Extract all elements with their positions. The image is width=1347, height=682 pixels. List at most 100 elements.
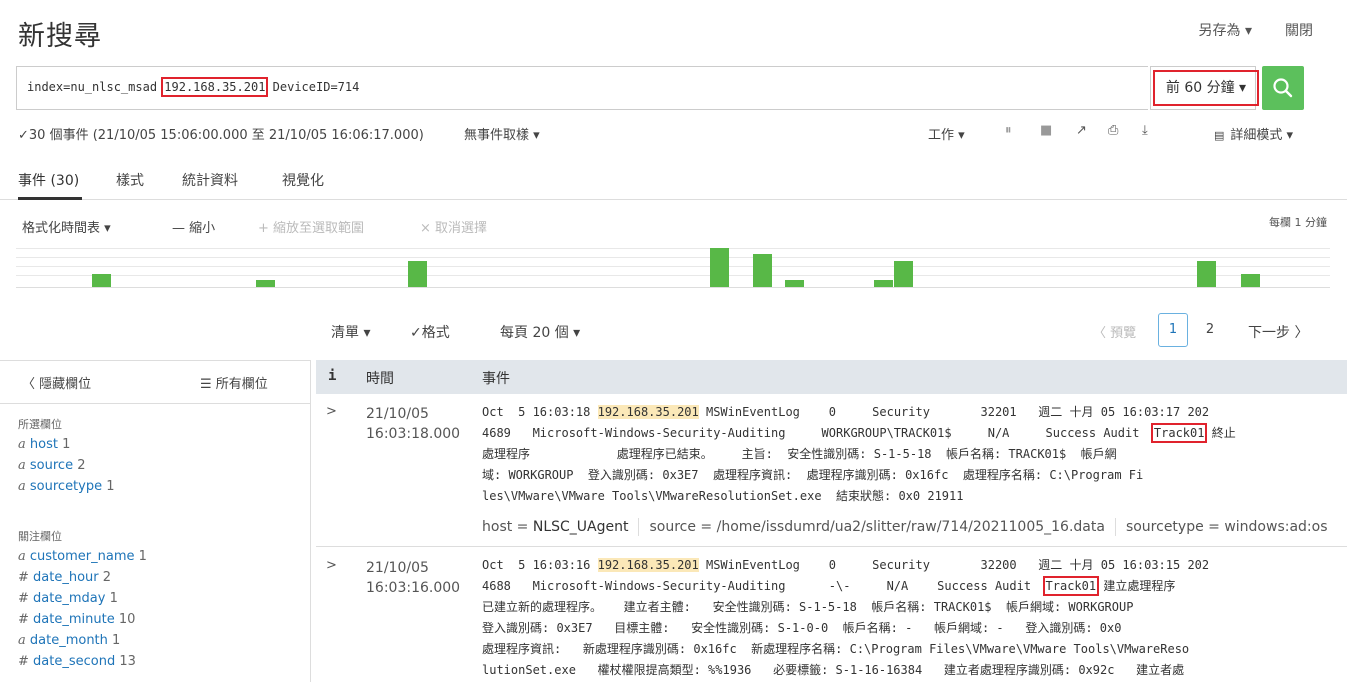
field-date-minute[interactable]: # date_minute 10: [18, 612, 135, 627]
sourcetype-value[interactable]: sourcetype = windows:ad:os: [1126, 519, 1328, 535]
field-count: 2: [102, 570, 112, 585]
zoom-to-selection-button[interactable]: + 縮放至選取範圍: [258, 217, 364, 236]
timeline-bar[interactable]: [1240, 274, 1260, 287]
format-button[interactable]: ✓格式: [410, 322, 450, 342]
event-count-status: ✓30 個事件 (21/10/05 15:06:00.000 至 21/10/0…: [18, 128, 424, 143]
list-dropdown[interactable]: 清單 ▾: [331, 322, 370, 342]
page-2-button[interactable]: 2: [1200, 322, 1220, 337]
event-ip-highlight: 192.168.35.201: [597, 405, 699, 419]
field-count: 2: [77, 458, 86, 473]
format-timeline-dropdown[interactable]: 格式化時間表 ▾: [22, 217, 111, 236]
timeline-bar[interactable]: [784, 280, 804, 287]
field-type-icon: a: [18, 458, 30, 473]
search-button[interactable]: [1262, 66, 1304, 110]
search-query[interactable]: index=nu_nlsc_msad 192.168.35.201 Device…: [27, 77, 359, 97]
row-divider: [316, 546, 1347, 547]
tab-patterns[interactable]: 樣式: [116, 170, 144, 190]
field-count: 10: [118, 612, 136, 627]
page-1-button[interactable]: 1: [1158, 313, 1188, 347]
timeline-bar[interactable]: [753, 254, 773, 287]
close-button[interactable]: 關閉: [1285, 20, 1313, 40]
field-sourcetype[interactable]: a sourcetype 1: [18, 479, 115, 494]
query-ip-highlight: 192.168.35.201: [161, 77, 269, 97]
tab-visualization[interactable]: 視覺化: [282, 170, 324, 190]
timeline-bar[interactable]: [709, 248, 729, 287]
field-date-month[interactable]: a date_month 1: [18, 633, 120, 648]
print-icon[interactable]: ⎙: [1108, 123, 1118, 138]
sampling-dropdown[interactable]: 無事件取樣 ▾: [464, 124, 540, 143]
job-menu[interactable]: 工作 ▾: [928, 124, 965, 143]
share-icon[interactable]: ↗: [1076, 123, 1087, 138]
field-customer-name[interactable]: a customer_name 1: [18, 549, 147, 564]
source-value[interactable]: source = /home/issdumrd/ua2/slitter/raw/…: [649, 519, 1104, 535]
event-track-highlight: Track01: [1042, 576, 1100, 596]
pause-icon[interactable]: ⏸: [1005, 123, 1012, 138]
timeline-bar[interactable]: [92, 274, 112, 287]
save-as-menu[interactable]: 另存為 ▾: [1199, 20, 1252, 40]
event-metadata: host = NLSC_UAgent source = /home/issdumr…: [482, 518, 1328, 536]
column-event[interactable]: 事件: [482, 368, 510, 388]
field-count: 1: [112, 633, 121, 648]
row-expand-icon[interactable]: >: [326, 558, 337, 573]
event-raw-text[interactable]: Oct 5 16:03:16 192.168.35.201 MSWinEvent…: [482, 555, 1342, 682]
next-page-button[interactable]: 下一步 〉: [1248, 322, 1308, 342]
export-icon[interactable]: ⤓: [1142, 123, 1148, 138]
row-expand-icon[interactable]: >: [326, 404, 337, 419]
field-date-hour[interactable]: # date_hour 2: [18, 570, 111, 585]
stop-icon[interactable]: ■: [1040, 123, 1052, 138]
search-mode-dropdown[interactable]: ▤ 詳細模式 ▾: [1214, 124, 1293, 143]
event-date: 21/10/05: [366, 406, 429, 422]
event-track-highlight: Track01: [1150, 423, 1208, 443]
selected-fields-title: 所選欄位: [18, 418, 62, 431]
event-text: 建立處理程序: [1096, 579, 1176, 593]
event-text: MSWinEventLog 0 Security 32201 週二 十月 05 …: [698, 405, 1210, 419]
timeline-chart[interactable]: [0, 240, 1347, 292]
timeline-bar[interactable]: [874, 280, 894, 287]
time-range-picker[interactable]: 前 60 分鐘 ▾: [1153, 70, 1259, 106]
field-count: 1: [62, 437, 71, 452]
tab-events[interactable]: 事件 (30): [18, 170, 79, 190]
field-type-icon: a: [18, 437, 30, 452]
timeline-bar[interactable]: [893, 261, 913, 287]
query-prefix: index=nu_nlsc_msad: [27, 80, 165, 94]
column-time[interactable]: 時間: [366, 368, 394, 388]
event-line: 已建立新的處理程序。 建立者主體: 安全性識別碼: S-1-5-18 帳戶名稱:…: [482, 600, 1134, 614]
field-source[interactable]: a source 2: [18, 458, 85, 473]
event-text: MSWinEventLog 0 Security 32200 週二 十月 05 …: [698, 558, 1210, 572]
field-name: host: [29, 437, 63, 452]
interesting-fields-title: 關注欄位: [18, 530, 62, 543]
event-time[interactable]: 21/10/05 16:03:16.000: [366, 558, 460, 598]
event-line: 處理程序資訊: 新處理程序識別碼: 0x16fc 新處理程序名稱: C:\Pro…: [482, 642, 1190, 656]
hide-fields-button[interactable]: 〈 隱藏欄位: [22, 373, 91, 392]
per-page-dropdown[interactable]: 每頁 20 個 ▾: [500, 322, 580, 342]
all-fields-button[interactable]: ☰ 所有欄位: [200, 373, 268, 392]
field-name: date_mday: [33, 591, 110, 606]
field-count: 1: [109, 591, 118, 606]
tab-statistics[interactable]: 統計資料: [182, 170, 238, 190]
zoom-out-button[interactable]: — 縮小: [172, 217, 215, 236]
timeline-bar[interactable]: [256, 280, 276, 287]
host-value[interactable]: NLSC_UAgent: [533, 519, 629, 535]
event-raw-text[interactable]: Oct 5 16:03:18 192.168.35.201 MSWinEvent…: [482, 402, 1342, 507]
field-date-second[interactable]: # date_second 13: [18, 654, 136, 669]
event-line: 域: WORKGROUP 登入識別碼: 0x3E7 處理程序資訊: 處理程序識別…: [482, 468, 1144, 482]
field-type-icon: a: [18, 549, 30, 564]
field-type-icon: #: [18, 654, 34, 669]
timeline-scale-label: 每欄 1 分鐘: [1269, 216, 1327, 229]
meta-divider: [1114, 518, 1116, 536]
field-type-icon: a: [18, 479, 30, 494]
search-icon: [1273, 78, 1293, 98]
event-text: 4688 Microsoft-Windows-Security-Auditing…: [482, 579, 1046, 593]
search-input[interactable]: index=nu_nlsc_msad 192.168.35.201 Device…: [16, 66, 1148, 110]
timeline-bar[interactable]: [407, 261, 427, 287]
event-line: 登入識別碼: 0x3E7 目標主體: 安全性識別碼: S-1-0-0 帳戶名稱:…: [482, 621, 1122, 635]
event-text: 4689 Microsoft-Windows-Security-Auditing…: [482, 426, 1154, 440]
previous-page-button[interactable]: 〈 預覽: [1093, 322, 1136, 341]
timeline-bar[interactable]: [1197, 261, 1217, 287]
result-tabs: 事件 (30) 樣式 統計資料 視覺化: [0, 158, 1347, 200]
field-host[interactable]: a host 1: [18, 437, 70, 452]
event-time[interactable]: 21/10/05 16:03:18.000: [366, 404, 460, 444]
field-count: 1: [138, 549, 147, 564]
deselect-button[interactable]: × 取消選擇: [420, 217, 487, 236]
field-date-mday[interactable]: # date_mday 1: [18, 591, 118, 606]
